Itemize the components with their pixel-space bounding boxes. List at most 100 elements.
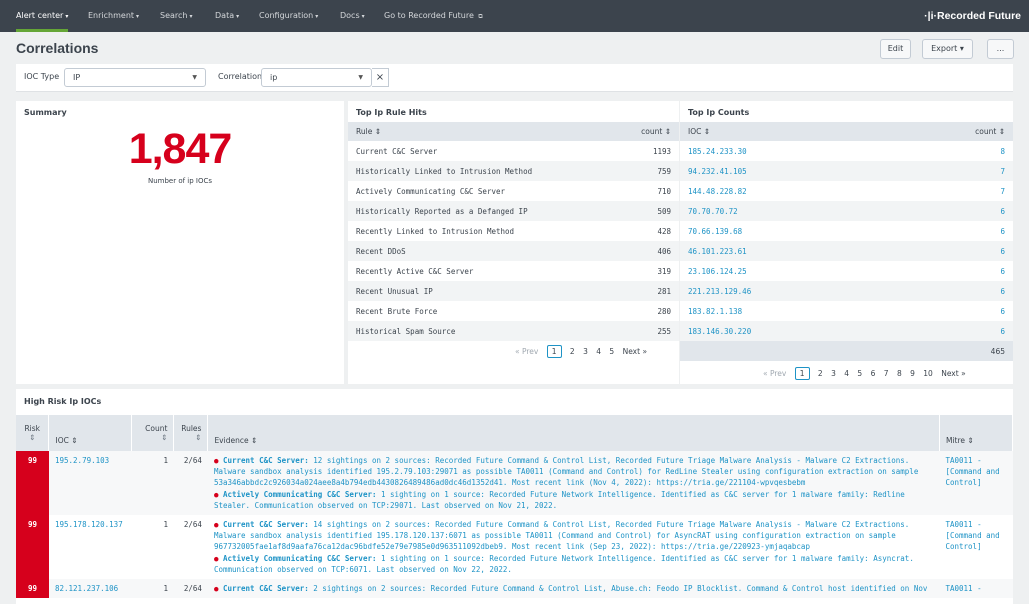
- pager-page[interactable]: 7: [884, 369, 889, 378]
- bullet-icon: ●: [213, 489, 219, 499]
- ioc-link[interactable]: 183.146.30.220: [680, 321, 891, 341]
- nav-configuration[interactable]: Configuration ▾: [259, 0, 318, 32]
- table-row[interactable]: 70.70.70.72 6: [680, 201, 1013, 221]
- ioc-link[interactable]: 70.66.139.68: [680, 221, 891, 241]
- ioc-type-select[interactable]: IP ▼: [64, 68, 206, 87]
- table-row[interactable]: 99 82.121.237.106 1 2/64 ● Current C&C Serve…: [16, 579, 1013, 599]
- ioc-link[interactable]: 23.106.124.25: [680, 261, 891, 281]
- ioc-column-header[interactable]: IOC ⇕: [48, 415, 133, 451]
- ioc-count[interactable]: 6: [890, 221, 1013, 241]
- pager-page[interactable]: 6: [871, 369, 876, 378]
- count-column-header[interactable]: count ⇕: [615, 122, 679, 141]
- pager-page[interactable]: 2: [818, 369, 823, 378]
- pager-page[interactable]: 2: [570, 347, 575, 356]
- table-row[interactable]: Historically Reported as a Defanged IP 50…: [348, 201, 679, 221]
- ioc-link[interactable]: 70.70.70.72: [680, 201, 891, 221]
- evidence-cell: ● Current C&C Server: 2 sightings on 2 s…: [207, 579, 940, 599]
- table-row[interactable]: Recently Active C&C Server 319: [348, 261, 679, 281]
- ioc-count[interactable]: 6: [890, 201, 1013, 221]
- ioc-column-header[interactable]: IOC ⇕: [680, 122, 891, 141]
- count-column-header[interactable]: count ⇕: [890, 122, 1013, 141]
- nav-docs[interactable]: Docs ▾: [340, 0, 365, 32]
- clear-correlation-button[interactable]: ×: [372, 68, 389, 87]
- pager-page[interactable]: 1: [546, 345, 562, 358]
- pager-page[interactable]: 3: [583, 347, 588, 356]
- pager-page[interactable]: 10: [923, 369, 933, 378]
- ioc-count[interactable]: 7: [890, 161, 1013, 181]
- rules-column-header[interactable]: Rules ⇕: [173, 415, 209, 451]
- nav-enrichment[interactable]: Enrichment ▾: [88, 0, 139, 32]
- risk-score: 99: [16, 451, 49, 516]
- table-row[interactable]: 221.213.129.46 6: [680, 281, 1013, 301]
- pager-page[interactable]: 9: [910, 369, 915, 378]
- ioc-link[interactable]: 195.2.79.103: [48, 451, 132, 516]
- table-row[interactable]: 23.106.124.25 6: [680, 261, 1013, 281]
- table-row[interactable]: 185.24.233.30 8: [680, 141, 1013, 161]
- rule-column-header[interactable]: Rule ⇕: [348, 122, 616, 141]
- pager-prev[interactable]: « Prev: [515, 347, 538, 356]
- ioc-link[interactable]: 94.232.41.105: [680, 161, 891, 181]
- ioc-link[interactable]: 144.48.228.82: [680, 181, 891, 201]
- table-row[interactable]: 99 195.178.120.137 1 2/64 ● Current C&C Serv…: [16, 515, 1013, 580]
- ioc-count[interactable]: 8: [890, 141, 1013, 161]
- table-row[interactable]: Recent Unusual IP 281: [348, 281, 679, 301]
- correlation-select[interactable]: ip ▼: [261, 68, 372, 87]
- ioc-count[interactable]: 6: [890, 241, 1013, 261]
- table-row[interactable]: Recent Brute Force 280: [348, 301, 679, 321]
- pager-page[interactable]: 5: [609, 347, 614, 356]
- ioc-link[interactable]: 82.121.237.106: [48, 579, 132, 599]
- table-row[interactable]: Recent DDoS 406: [348, 241, 679, 261]
- summary-panel: Summary 1,847 Number of ip IOCs: [16, 101, 344, 384]
- table-row[interactable]: Historical Spam Source 255: [348, 321, 679, 341]
- table-row[interactable]: 94.232.41.105 7: [680, 161, 1013, 181]
- pager-next[interactable]: Next »: [623, 347, 647, 356]
- table-row[interactable]: Recently Linked to Intrusion Method 428: [348, 221, 679, 241]
- pager-page[interactable]: 4: [596, 347, 601, 356]
- table-row[interactable]: Actively Communicating C&C Server 710: [348, 181, 679, 201]
- nav-alert-center[interactable]: Alert center ▾: [16, 0, 69, 32]
- ioc-link[interactable]: 183.82.1.138: [680, 301, 891, 321]
- nav-search[interactable]: Search ▾: [160, 0, 193, 32]
- pager-prev[interactable]: « Prev: [763, 369, 786, 378]
- mitre-tactic[interactable]: TA0011 - [Command and Control]: [939, 515, 1013, 580]
- risk-column-header[interactable]: Risk ⇕: [16, 415, 50, 451]
- pager-page[interactable]: 3: [831, 369, 836, 378]
- mitre-tactic[interactable]: TA0011 - [Command and Control]: [939, 451, 1013, 516]
- count-column-header[interactable]: Count ⇕: [131, 415, 175, 451]
- export-button[interactable]: Export ▾: [922, 39, 973, 59]
- edit-button[interactable]: Edit: [880, 39, 911, 59]
- table-row[interactable]: Current C&C Server 1193: [348, 141, 679, 161]
- pager-page[interactable]: 8: [897, 369, 902, 378]
- pager-page[interactable]: 4: [844, 369, 849, 378]
- ioc-link[interactable]: 46.101.223.61: [680, 241, 891, 261]
- nav-label: Configuration: [259, 11, 314, 20]
- rule-name: Historically Linked to Intrusion Method: [348, 161, 616, 181]
- more-button[interactable]: ...: [987, 39, 1014, 59]
- table-row[interactable]: 144.48.228.82 7: [680, 181, 1013, 201]
- nav-data[interactable]: Data ▾: [215, 0, 239, 32]
- ioc-count[interactable]: 6: [890, 321, 1013, 341]
- table-row[interactable]: 99 195.2.79.103 1 2/64 ● Current C&C Server:…: [16, 451, 1013, 516]
- mitre-column-header[interactable]: Mitre ⇕: [939, 415, 1013, 451]
- table-row[interactable]: Historically Linked to Intrusion Method 7…: [348, 161, 679, 181]
- count-header-label: Count: [145, 424, 168, 433]
- table-row[interactable]: 46.101.223.61 6: [680, 241, 1013, 261]
- table-row[interactable]: 183.146.30.220 6: [680, 321, 1013, 341]
- ioc-link[interactable]: 221.213.129.46: [680, 281, 891, 301]
- table-row[interactable]: 183.82.1.138 6: [680, 301, 1013, 321]
- evidence-column-header[interactable]: Evidence ⇕: [207, 415, 940, 451]
- chevron-down-icon: ▾: [315, 13, 319, 20]
- pager-next[interactable]: Next »: [941, 369, 965, 378]
- ioc-count[interactable]: 6: [890, 281, 1013, 301]
- ioc-count[interactable]: 6: [890, 301, 1013, 321]
- ioc-link[interactable]: 185.24.233.30: [680, 141, 891, 161]
- mitre-tactic[interactable]: TA0011 -: [939, 579, 1013, 599]
- ip-counts-pager: « Prev 1 2 3 4 5 6 7 8 9 10 Next »: [760, 367, 969, 380]
- table-row[interactable]: 70.66.139.68 6: [680, 221, 1013, 241]
- ioc-count[interactable]: 7: [890, 181, 1013, 201]
- nav-go-to-recorded-future[interactable]: Go to Recorded Future ⧉: [384, 0, 483, 32]
- ioc-link[interactable]: 195.178.120.137: [48, 515, 132, 580]
- ioc-count[interactable]: 6: [890, 261, 1013, 281]
- pager-page[interactable]: 1: [794, 367, 810, 380]
- pager-page[interactable]: 5: [857, 369, 862, 378]
